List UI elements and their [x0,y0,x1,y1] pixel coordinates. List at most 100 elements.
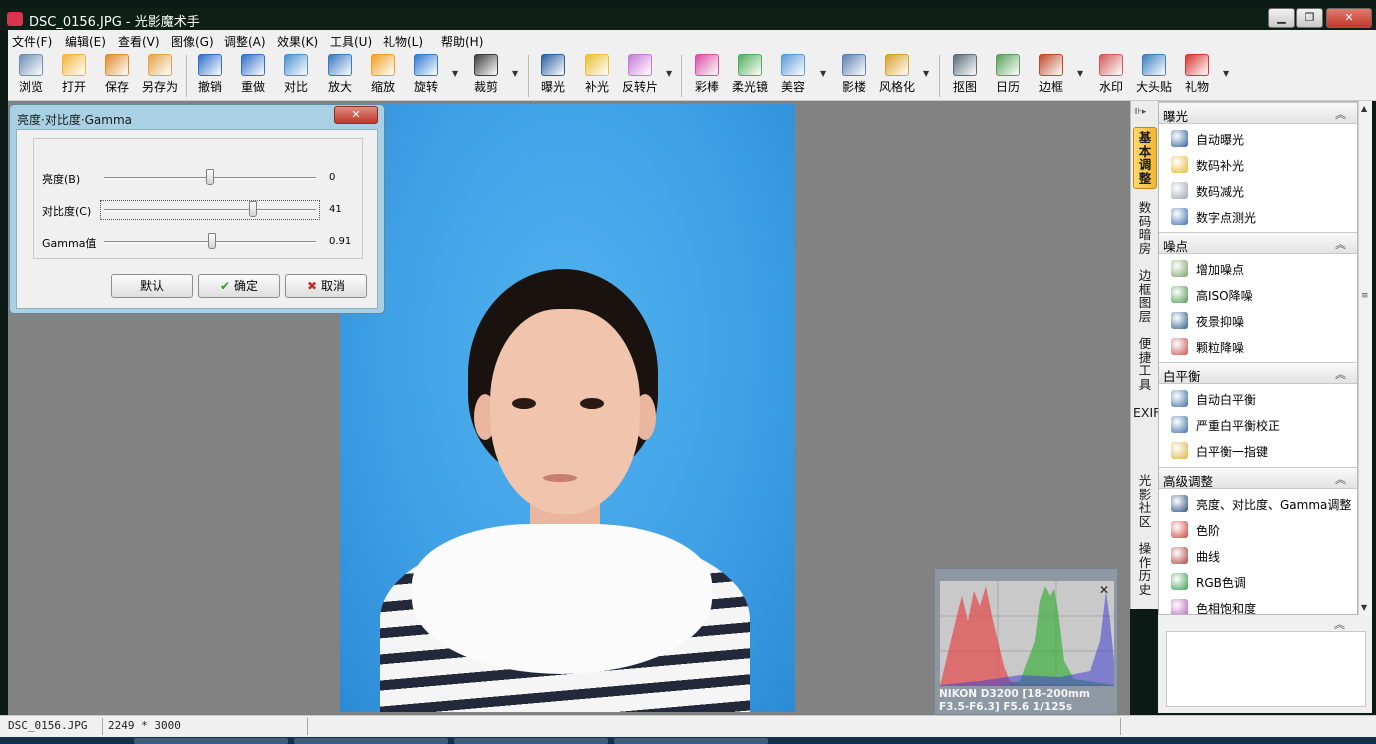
sticker-button[interactable]: 大头贴 [1136,53,1172,99]
collapse-icon[interactable]: ︽ [1335,106,1346,122]
tab-community[interactable]: 光影社区 [1133,474,1157,530]
photo-subject-eye [580,398,604,409]
menu-bar: 文件(F) 编辑(E) 查看(V) 图像(G) 调整(A) 效果(K) 工具(U… [8,30,1376,51]
watermark-button[interactable]: 水印 [1093,53,1129,99]
tab-digital-darkroom[interactable]: 数码暗房 [1133,201,1157,257]
collapse-icon[interactable]: ︽ [1335,471,1346,487]
menu-tools[interactable]: 工具(U) [330,33,372,50]
compare-button[interactable]: 对比 [278,53,314,99]
fill-light-button[interactable]: 补光 [579,53,615,99]
rotate-button[interactable]: 旋转 [408,53,444,99]
beauty-button[interactable]: 美容 [775,53,811,99]
taskbar-item[interactable] [614,738,768,744]
frame-button[interactable]: 边框 [1033,53,1069,99]
crop-dropdown-icon[interactable]: ▼ [512,69,518,78]
redo-button[interactable]: 重做 [235,53,271,99]
section-noise-header[interactable]: 噪点 ︽ [1159,232,1357,254]
minimize-button[interactable]: ▁ [1268,8,1295,28]
rgb-icon [1171,573,1188,590]
menu-help[interactable]: 帮助(H) [441,33,483,50]
collapse-icon[interactable]: ︽ [1335,236,1346,252]
tab-basic-adjust[interactable]: 基本调整 [1133,127,1157,189]
slide-film-button[interactable]: 反转片 [622,53,658,99]
menu-image[interactable]: 图像(G) [171,33,214,50]
cutout-button[interactable]: 抠图 [947,53,983,99]
menu-edit[interactable]: 编辑(E) [65,33,106,50]
gift-label: 礼物 [1184,80,1209,94]
exposure-button[interactable]: 曝光 [535,53,571,99]
taskbar-item[interactable] [294,738,448,744]
gamma-slider-thumb[interactable] [208,233,217,249]
contrast-slider-thumb[interactable] [249,201,258,217]
x-icon: ✖ [307,279,318,293]
soft-lens-button[interactable]: 柔光镜 [732,53,768,99]
open-button[interactable]: 打开 [56,53,92,99]
save-button[interactable]: 保存 [99,53,135,99]
tab-history[interactable]: 操作历史 [1133,542,1157,598]
grain-denoise-icon [1171,338,1188,355]
stylize-button[interactable]: 风格化 [879,53,915,99]
studio-button[interactable]: 影楼 [836,53,872,99]
scroll-grip-icon[interactable]: ≡ [1361,291,1369,301]
exposure-icon [541,54,565,76]
rotate-dropdown-icon[interactable]: ▼ [452,69,458,78]
dialog-close-button[interactable]: ✕ [334,106,378,124]
brightness-slider-thumb[interactable] [206,169,214,185]
histogram-panel[interactable]: ✕ NIKON D3200 [18-200mm F3.5-F6.3] F5.6 … [934,568,1118,715]
browse-button[interactable]: 浏览 [13,53,49,99]
tab-exif[interactable]: EXIF [1133,406,1160,462]
gift-button[interactable]: 礼物 [1179,53,1215,99]
resize-button[interactable]: 缩放 [365,53,401,99]
collapse-icon[interactable]: ︽ [1334,616,1345,632]
taskbar-item[interactable] [134,738,288,744]
menu-adjust[interactable]: 调整(A) [224,33,266,50]
item-label: 自动曝光 [1196,133,1245,147]
scroll-up-icon[interactable]: ▲ [1361,104,1367,113]
slide-film-dropdown-icon[interactable]: ▼ [666,69,672,78]
close-button[interactable]: ✕ [1326,8,1372,28]
status-dimensions: 2249 * 3000 [108,719,181,732]
section-exposure-header[interactable]: 曝光 ︽ [1159,102,1357,124]
menu-effects[interactable]: 效果(K) [277,33,318,50]
crop-button[interactable]: 裁剪 [468,53,504,99]
menu-gifts[interactable]: 礼物(L) [383,33,423,50]
menu-view[interactable]: 查看(V) [118,33,160,50]
default-button[interactable]: 默认 [111,274,193,298]
os-taskbar [0,737,1376,744]
cancel-button[interactable]: ✖ 取消 [285,274,367,298]
soft-lens-icon [738,54,762,76]
panel-toggle-icon[interactable]: ⊪▸ [1134,107,1146,117]
histogram-close-icon[interactable]: ✕ [1099,583,1109,597]
tab-frame-layers[interactable]: 边框图层 [1133,269,1157,325]
calendar-button[interactable]: 日历 [990,53,1026,99]
contrast-slider-track[interactable] [104,209,316,211]
frame-dropdown-icon[interactable]: ▼ [1077,69,1083,78]
toolbar: 浏览 打开 保存 另存为 撤销 重做 对比 放大 缩放 旋转 ▼ 裁剪 ▼ 曝光… [8,51,1376,101]
tab-quick-tools[interactable]: 便捷工具 [1133,337,1157,393]
color-wand-button[interactable]: 彩棒 [689,53,725,99]
scroll-down-icon[interactable]: ▼ [1361,603,1367,612]
menu-file[interactable]: 文件(F) [12,33,52,50]
collapse-icon[interactable]: ︽ [1335,366,1346,382]
wb-correct-icon [1171,416,1188,433]
stylize-dropdown-icon[interactable]: ▼ [923,69,929,78]
add-noise-icon [1171,260,1188,277]
panel-scrollbar[interactable]: ▲ ≡ ▼ [1358,101,1372,615]
zoom-in-button[interactable]: 放大 [322,53,358,99]
taskbar-item[interactable] [454,738,608,744]
gift-dropdown-icon[interactable]: ▼ [1223,69,1229,78]
section-white-balance-header[interactable]: 白平衡 ︽ [1159,362,1357,384]
maximize-button[interactable]: ❐ [1296,8,1323,28]
beauty-dropdown-icon[interactable]: ▼ [820,69,826,78]
compare-icon [284,54,308,76]
undo-button[interactable]: 撤销 [192,53,228,99]
crop-label: 裁剪 [473,80,498,94]
zoom-in-icon [328,54,352,76]
section-title: 白平衡 [1163,369,1201,384]
item-label: 高ISO降噪 [1196,289,1253,303]
section-advanced-header[interactable]: 高级调整 ︽ [1159,467,1357,489]
auto-exposure-icon [1171,130,1188,147]
photo-preview[interactable] [340,104,795,712]
ok-button[interactable]: ✔ 确定 [198,274,280,298]
save-as-button[interactable]: 另存为 [142,53,178,99]
